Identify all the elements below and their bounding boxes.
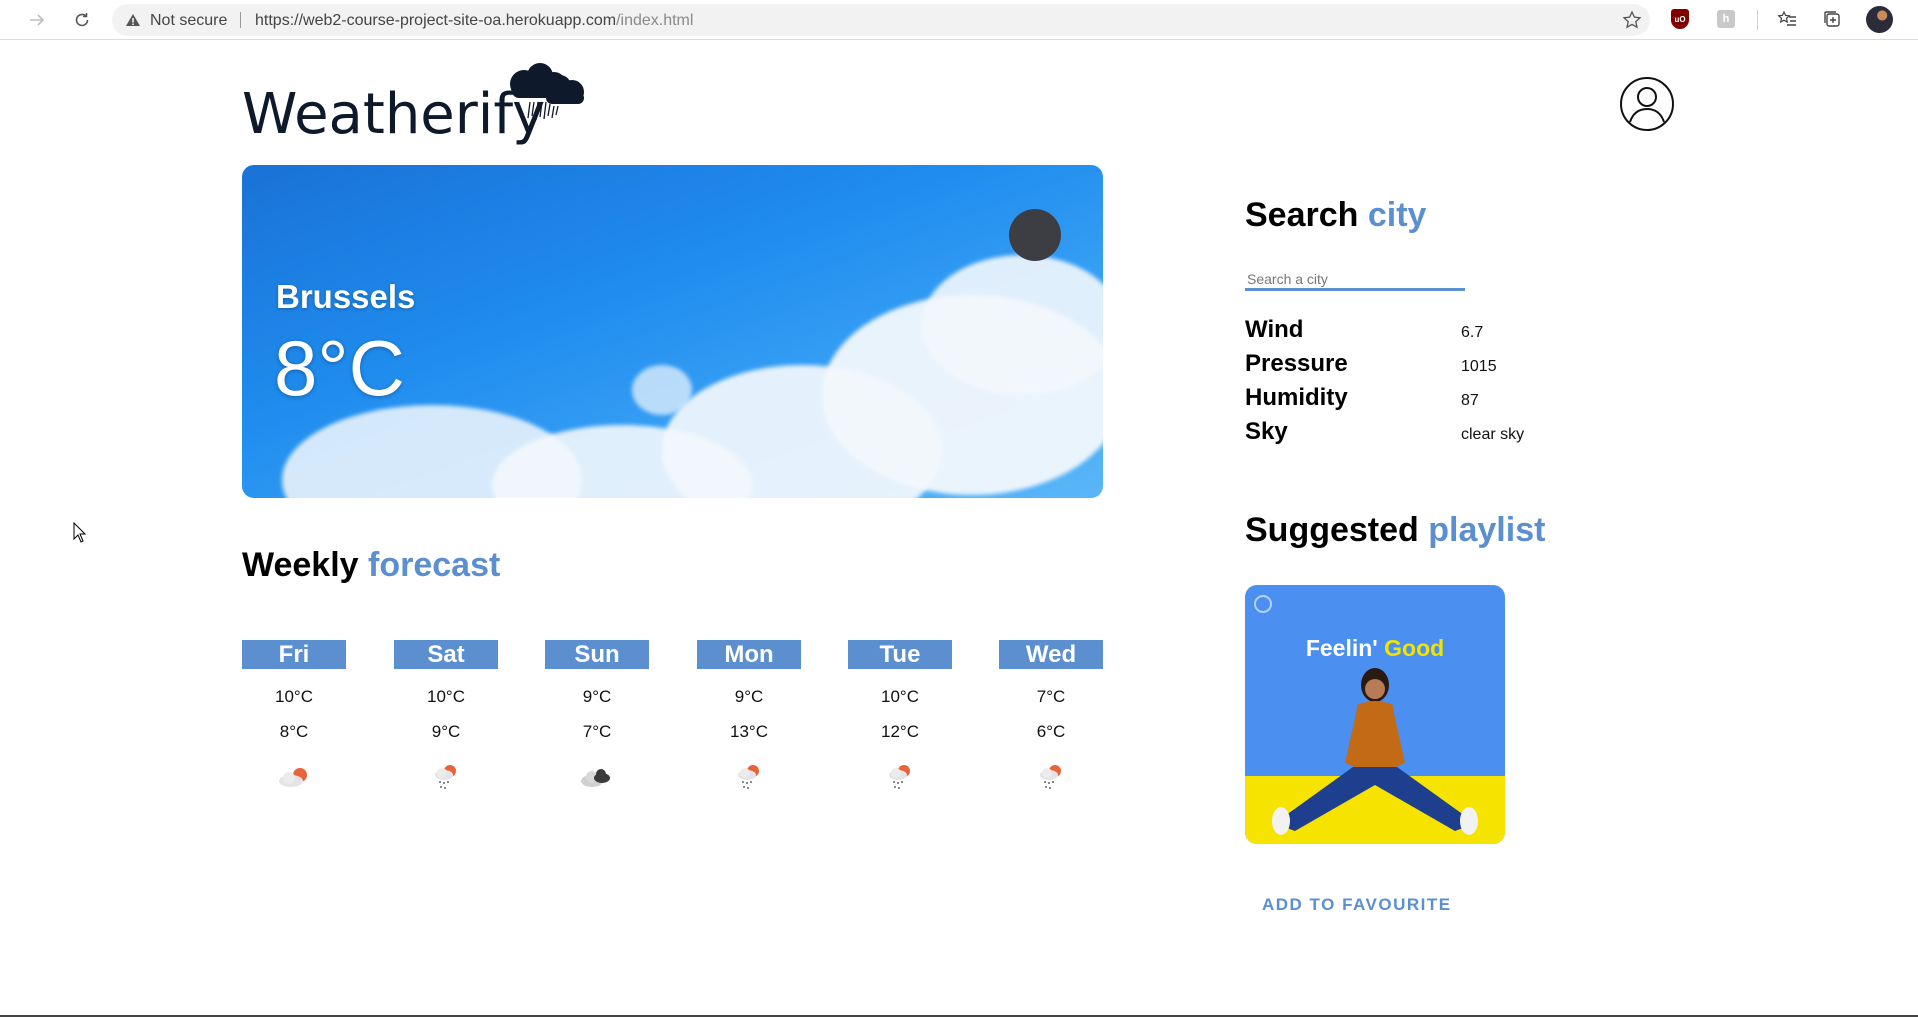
mouse-cursor-icon xyxy=(73,522,87,543)
browser-profile-avatar[interactable] xyxy=(1866,6,1893,33)
forecast-day-label: Fri xyxy=(242,640,346,669)
current-weather-card: Brussels 8°C xyxy=(242,165,1103,498)
cloud-rain-sun-icon xyxy=(1040,765,1061,789)
stat-row-humidity: Humidity 87 xyxy=(1245,382,1565,416)
favorites-icon xyxy=(1777,10,1796,26)
forecast-day-label: Mon xyxy=(697,640,801,669)
forecast-high-temp: 7°C xyxy=(1036,687,1066,706)
forecast-day-label: Sat xyxy=(394,640,498,669)
cloud-sun-icon xyxy=(279,768,307,787)
forecast-low-temp: 9°C xyxy=(431,722,461,741)
suggested-playlist-title: Suggested playlist xyxy=(1245,511,1545,550)
extension-icon: h xyxy=(1717,10,1735,28)
city-search-input[interactable] xyxy=(1245,269,1465,291)
forecast-day: Wed 7°C 6°C xyxy=(999,640,1103,793)
forecast-day: Fri 10°C 8°C xyxy=(242,640,346,793)
extension-button[interactable]: h xyxy=(1715,8,1737,30)
cloud-rain-sun-icon xyxy=(889,765,910,789)
forecast-low-temp: 8°C xyxy=(279,722,309,741)
stat-value: clear sky xyxy=(1461,426,1525,443)
playlist-person-illustration xyxy=(1272,668,1478,835)
reload-button[interactable] xyxy=(68,6,96,34)
forecast-high-temp: 10°C xyxy=(427,687,465,706)
add-to-favourite-button[interactable]: ADD TO FAVOURITE xyxy=(1262,895,1452,915)
url-host: https://web2-course-project-site-oa.hero… xyxy=(255,12,617,29)
cloud-rain-sun-icon xyxy=(435,765,456,789)
stat-value: 87 xyxy=(1461,392,1479,409)
favorites-button[interactable] xyxy=(1776,8,1798,30)
logo-text: Weatherify xyxy=(242,82,546,147)
current-city: Brussels xyxy=(276,278,416,315)
forecast-day: Sun 9°C 7°C xyxy=(545,640,649,793)
forecast-high-temp: 9°C xyxy=(582,687,612,706)
ublock-extension-button[interactable]: uO xyxy=(1669,8,1691,30)
browser-toolbar: Not secure https://web2-course-project-s… xyxy=(0,0,1918,40)
playlist-title-accent: playlist xyxy=(1428,511,1546,549)
stat-label: Wind xyxy=(1245,316,1304,343)
stat-value: 1015 xyxy=(1461,358,1497,375)
url-text[interactable]: https://web2-course-project-site-oa.hero… xyxy=(255,12,693,30)
stat-label: Sky xyxy=(1245,418,1288,445)
forecast-high-temp: 10°C xyxy=(275,687,313,706)
search-title-accent: city xyxy=(1367,196,1427,234)
forecast-low-temp: 13°C xyxy=(730,722,768,741)
address-bar[interactable]: Not secure https://web2-course-project-s… xyxy=(112,4,1650,36)
stat-label: Humidity xyxy=(1245,384,1348,411)
forecast-day: Mon 9°C 13°C xyxy=(697,640,801,793)
stat-row-sky: Sky clear sky xyxy=(1245,416,1565,450)
stat-value: 6.7 xyxy=(1461,324,1484,341)
current-temperature: 8°C xyxy=(274,324,405,412)
warning-icon xyxy=(126,14,140,26)
toolbar-separator xyxy=(1757,10,1758,30)
forecast-low-temp: 12°C xyxy=(881,722,919,741)
forecast-day-label: Tue xyxy=(848,640,952,669)
forward-button[interactable] xyxy=(23,6,51,34)
forecast-low-temp: 6°C xyxy=(1036,722,1066,741)
stat-label: Pressure xyxy=(1245,350,1348,377)
playlist-name: Feelin' Good xyxy=(1245,635,1505,662)
arrow-right-icon xyxy=(30,14,45,26)
forecast-high-temp: 10°C xyxy=(881,687,919,706)
star-icon[interactable] xyxy=(1622,10,1642,30)
security-label[interactable]: Not secure xyxy=(150,12,227,30)
collections-button[interactable] xyxy=(1821,8,1843,30)
search-city-title: Search city xyxy=(1245,196,1426,235)
user-account-icon[interactable] xyxy=(1619,76,1675,132)
forecast-day-label: Wed xyxy=(999,640,1103,669)
forecast-day: Tue 10°C 12°C xyxy=(848,640,952,793)
playlist-name-part2: Good xyxy=(1384,635,1445,661)
ublock-shield-icon: uO xyxy=(1671,9,1689,29)
spotify-icon xyxy=(1254,595,1272,613)
rain-cloud-icon xyxy=(510,63,584,121)
weekly-title-accent: forecast xyxy=(368,546,501,584)
forecast-day-label: Sun xyxy=(545,640,649,669)
playlist-title-main: Suggested xyxy=(1245,511,1419,549)
weekly-forecast-title: Weekly forecast xyxy=(242,546,500,585)
url-path: /index.html xyxy=(616,12,694,29)
search-title-main: Search xyxy=(1245,196,1359,234)
weekly-title-main: Weekly xyxy=(242,546,359,584)
moon-icon xyxy=(1009,209,1061,261)
weather-stats: Wind 6.7 Pressure 1015 Humidity 87 Sky c… xyxy=(1245,314,1565,450)
hero-cloud xyxy=(632,365,692,415)
playlist-name-part1: Feelin' xyxy=(1305,635,1378,661)
stat-row-wind: Wind 6.7 xyxy=(1245,314,1565,348)
playlist-cover[interactable]: Feelin' Good xyxy=(1245,585,1505,844)
address-separator xyxy=(240,12,241,28)
dark-clouds-icon xyxy=(581,769,610,787)
reload-icon xyxy=(75,13,89,27)
cloud-rain-sun-icon xyxy=(738,765,759,789)
forecast-day: Sat 10°C 9°C xyxy=(394,640,498,793)
collections-icon xyxy=(1824,11,1840,27)
forecast-low-temp: 7°C xyxy=(582,722,612,741)
forecast-high-temp: 9°C xyxy=(734,687,764,706)
stat-row-pressure: Pressure 1015 xyxy=(1245,348,1565,382)
site-logo[interactable]: Weatherify xyxy=(240,62,590,154)
